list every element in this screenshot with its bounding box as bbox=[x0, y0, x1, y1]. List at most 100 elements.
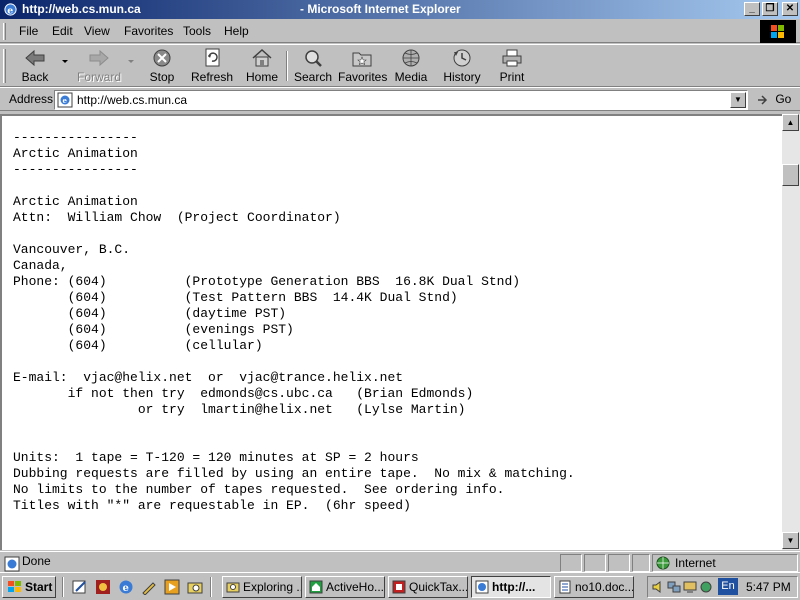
menu-view[interactable]: View bbox=[84, 24, 110, 38]
taskbar-task-browser[interactable]: http://... bbox=[471, 576, 551, 598]
home-icon bbox=[252, 48, 272, 67]
quicklaunch-app-icon[interactable] bbox=[95, 579, 111, 595]
ie-logo-icon: e bbox=[4, 3, 17, 16]
activehome-icon bbox=[309, 580, 323, 594]
taskbar: Start e Exploring ... ActiveHo... QuickT… bbox=[0, 572, 800, 600]
forward-dropdown[interactable] bbox=[126, 48, 136, 86]
taskbar-task-quicktax[interactable]: QuickTax... bbox=[388, 576, 468, 598]
search-icon bbox=[305, 50, 322, 67]
ie-page-icon bbox=[475, 580, 489, 594]
search-button[interactable]: Search bbox=[292, 48, 334, 86]
back-dropdown[interactable] bbox=[60, 48, 70, 86]
menu-help[interactable]: Help bbox=[224, 24, 249, 38]
status-bar: Done Internet bbox=[0, 551, 800, 572]
taskbar-task-word[interactable]: no10.doc... bbox=[554, 576, 634, 598]
task-label: Exploring ... bbox=[243, 580, 302, 594]
scroll-up-button[interactable]: ▲ bbox=[782, 114, 799, 131]
zone-text: Internet bbox=[675, 556, 716, 570]
explorer-magnifier-icon bbox=[226, 582, 240, 593]
refresh-icon bbox=[205, 48, 220, 67]
scroll-down-button[interactable]: ▼ bbox=[782, 532, 799, 549]
status-panel bbox=[584, 554, 606, 572]
quicklaunch-ie-icon[interactable]: e bbox=[118, 579, 134, 595]
media-button[interactable]: Media bbox=[392, 48, 430, 86]
internet-globe-icon bbox=[656, 556, 670, 570]
network-icon[interactable] bbox=[667, 580, 681, 594]
menu-grip[interactable] bbox=[3, 23, 6, 40]
task-label: QuickTax... bbox=[409, 580, 468, 594]
status-panel bbox=[608, 554, 630, 572]
page-text: ---------------- Arctic Animation ------… bbox=[13, 130, 575, 513]
menu-file[interactable]: File bbox=[19, 24, 38, 38]
stop-icon bbox=[153, 49, 171, 67]
scroll-thumb[interactable] bbox=[782, 164, 799, 186]
back-button[interactable]: Back bbox=[14, 48, 56, 86]
forward-arrow-icon bbox=[89, 49, 109, 67]
plug-icon[interactable] bbox=[699, 580, 713, 594]
minimize-button[interactable]: _ bbox=[744, 2, 760, 16]
task-label: no10.doc... bbox=[575, 580, 634, 594]
windows-throbber-logo bbox=[760, 20, 796, 43]
page-ie-icon: e bbox=[57, 92, 73, 108]
printer-icon bbox=[502, 49, 522, 67]
language-indicator[interactable]: En bbox=[718, 578, 738, 595]
menu-favorites[interactable]: Favorites bbox=[124, 24, 173, 38]
search-label: Search bbox=[293, 70, 333, 84]
vertical-scrollbar[interactable]: ▲ ▼ bbox=[782, 114, 800, 550]
page-content: ---------------- Arctic Animation ------… bbox=[0, 114, 782, 550]
print-button[interactable]: Print bbox=[496, 48, 528, 86]
stop-button[interactable]: Stop bbox=[142, 48, 182, 86]
media-globe-icon bbox=[402, 49, 420, 67]
quicklaunch-media-icon[interactable] bbox=[164, 579, 180, 595]
stop-label: Stop bbox=[149, 70, 175, 84]
window-title-url: http://web.cs.mun.ca bbox=[22, 2, 141, 16]
forward-button[interactable]: Forward bbox=[76, 48, 122, 86]
svg-text:e: e bbox=[7, 5, 13, 16]
print-label: Print bbox=[499, 70, 525, 84]
taskbar-task-exploring[interactable]: Exploring ... bbox=[222, 576, 302, 598]
title-bar: e http://web.cs.mun.ca - Microsoft Inter… bbox=[0, 0, 800, 19]
close-button[interactable]: ✕ bbox=[782, 2, 798, 16]
svg-text:e: e bbox=[123, 583, 129, 594]
status-panel bbox=[632, 554, 650, 572]
toolbar-grip[interactable] bbox=[3, 49, 6, 83]
restore-button[interactable]: ❐ bbox=[762, 2, 778, 16]
favorites-button[interactable]: Favorites bbox=[338, 48, 388, 86]
go-arrow-icon bbox=[758, 95, 768, 105]
menu-tools[interactable]: Tools bbox=[183, 24, 211, 38]
quicklaunch-pencil-icon[interactable] bbox=[141, 579, 157, 595]
start-label: Start bbox=[25, 580, 53, 594]
go-button[interactable]: Go bbox=[756, 92, 791, 107]
history-button[interactable]: History bbox=[441, 48, 483, 86]
speaker-icon[interactable] bbox=[651, 580, 665, 594]
favorites-folder-icon bbox=[352, 52, 372, 67]
monitor-icon[interactable] bbox=[683, 580, 697, 594]
status-text: Done bbox=[22, 554, 51, 568]
address-input[interactable]: e http://web.cs.mun.ca ▼ bbox=[54, 90, 748, 110]
history-label: History bbox=[443, 70, 481, 84]
zone-panel: Internet bbox=[652, 554, 798, 572]
favorites-label: Favorites bbox=[338, 70, 388, 84]
quicklaunch-edit-icon[interactable] bbox=[72, 579, 88, 595]
start-button[interactable]: Start bbox=[2, 576, 56, 598]
back-arrow-icon bbox=[25, 49, 45, 67]
refresh-button[interactable]: Refresh bbox=[189, 48, 235, 86]
history-icon bbox=[453, 49, 471, 67]
word-doc-icon bbox=[559, 580, 571, 594]
home-button[interactable]: Home bbox=[243, 48, 281, 86]
menu-bar: File Edit View Favorites Tools Help bbox=[0, 20, 800, 43]
go-label: Go bbox=[775, 92, 792, 106]
task-label: http://... bbox=[492, 580, 536, 594]
status-panel bbox=[560, 554, 582, 572]
refresh-label: Refresh bbox=[190, 70, 234, 84]
menu-edit[interactable]: Edit bbox=[52, 24, 73, 38]
address-dropdown-button[interactable]: ▼ bbox=[730, 92, 746, 108]
address-label: Address bbox=[9, 92, 54, 106]
standard-toolbar: Back Forward Stop Refresh Home Search Fa… bbox=[0, 44, 800, 87]
task-label: ActiveHo... bbox=[326, 580, 385, 594]
taskbar-task-activeho[interactable]: ActiveHo... bbox=[305, 576, 385, 598]
system-tray: En 5:47 PM bbox=[647, 576, 798, 598]
svg-text:e: e bbox=[63, 96, 68, 105]
quicklaunch-explorer-icon[interactable] bbox=[187, 579, 203, 595]
clock[interactable]: 5:47 PM bbox=[746, 580, 791, 594]
